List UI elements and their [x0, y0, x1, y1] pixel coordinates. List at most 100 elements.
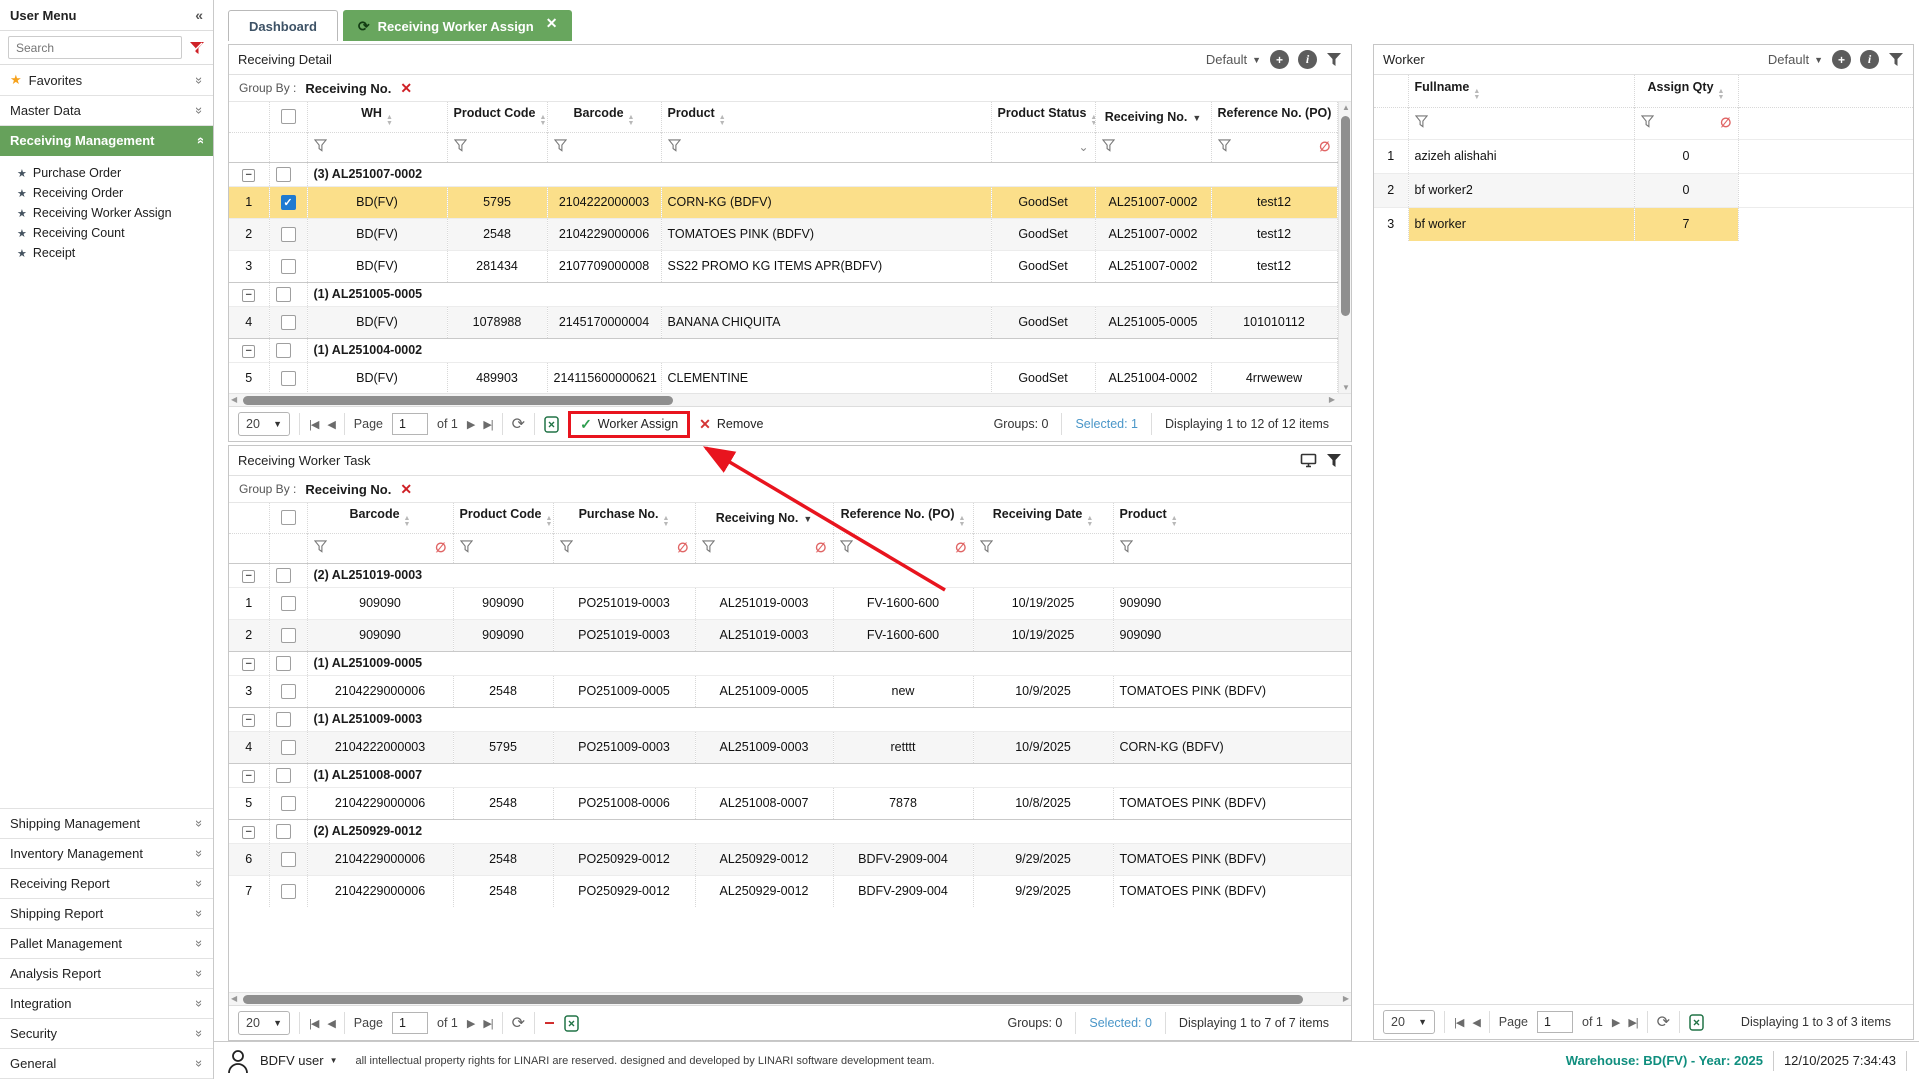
sidebar-item-receiving-count[interactable]: ★ Receiving Count: [0, 223, 213, 243]
remove-group-by-icon[interactable]: ✕: [400, 80, 412, 97]
sidebar-item-pallet-management[interactable]: Pallet Management »: [0, 929, 213, 959]
col-wh[interactable]: WH▲▼: [307, 102, 447, 132]
collapse-group-icon[interactable]: −: [242, 570, 255, 583]
sidebar-item-receiving-worker-assign[interactable]: ★ Receiving Worker Assign: [0, 203, 213, 223]
table-row[interactable]: 1 909090909090PO251019-0003AL251019-0003…: [229, 587, 1351, 619]
col-fullname[interactable]: Fullname▲▼: [1408, 75, 1634, 107]
col-product-status[interactable]: Product Status▲▼: [991, 102, 1095, 132]
col-reference-no[interactable]: Reference No. (PO)▲▼: [833, 503, 973, 533]
group-checkbox[interactable]: [276, 712, 291, 727]
next-page-button[interactable]: ▶: [467, 418, 474, 431]
group-row[interactable]: − (1) AL251004-0002: [229, 338, 1337, 362]
table-row[interactable]: 2 BD(FV)25482104229000006 TOMATOES PINK …: [229, 218, 1337, 250]
row-checkbox[interactable]: [281, 628, 296, 643]
collapse-group-icon[interactable]: −: [242, 289, 255, 302]
row-checkbox[interactable]: [281, 852, 296, 867]
group-checkbox[interactable]: [276, 167, 291, 182]
first-page-button[interactable]: |◀: [1454, 1016, 1463, 1029]
clear-filter-icon[interactable]: ∅: [815, 540, 826, 556]
sidebar-item-general[interactable]: General »: [0, 1049, 213, 1079]
filter-product-code[interactable]: [453, 533, 553, 563]
remove-group-by-icon[interactable]: ✕: [400, 481, 412, 498]
col-product[interactable]: Product▲▼: [1113, 503, 1351, 533]
col-receiving-date[interactable]: Receiving Date▲▼: [973, 503, 1113, 533]
col-barcode[interactable]: Barcode▲▼: [307, 503, 453, 533]
table-row[interactable]: 5 21042290000062548PO251008-0006AL251008…: [229, 787, 1351, 819]
horizontal-scrollbar[interactable]: ◀ ▶: [229, 992, 1351, 1005]
filter-receiving-date[interactable]: [973, 533, 1113, 563]
table-row[interactable]: 6 21042290000062548PO250929-0012AL250929…: [229, 843, 1351, 875]
view-selector[interactable]: Default ▼: [1768, 52, 1823, 67]
collapse-group-icon[interactable]: −: [242, 169, 255, 182]
group-row[interactable]: − (2) AL251019-0003: [229, 563, 1351, 587]
row-checkbox[interactable]: [281, 884, 296, 899]
refresh-grid-button[interactable]: ⟳: [512, 414, 525, 434]
prev-page-button[interactable]: ◀: [1472, 1016, 1479, 1029]
group-row[interactable]: − (3) AL251007-0002: [229, 162, 1337, 186]
col-barcode[interactable]: Barcode▲▼: [547, 102, 661, 132]
row-checkbox[interactable]: [281, 371, 296, 386]
prev-page-button[interactable]: ◀: [327, 418, 334, 431]
collapse-group-icon[interactable]: −: [242, 770, 255, 783]
sidebar-item-shipping-report[interactable]: Shipping Report »: [0, 899, 213, 929]
monitor-icon[interactable]: [1300, 453, 1317, 468]
clear-filter-icon[interactable]: ∅: [435, 540, 446, 556]
info-button[interactable]: i: [1298, 50, 1317, 69]
row-checkbox[interactable]: [281, 259, 296, 274]
filter-assign-qty[interactable]: ∅: [1634, 107, 1738, 139]
table-row[interactable]: 1 ✓ BD(FV)57952104222000003 CORN-KG (BDF…: [229, 186, 1337, 218]
first-page-button[interactable]: |◀: [309, 418, 318, 431]
excel-export-icon[interactable]: [1689, 1014, 1704, 1031]
group-row[interactable]: − (1) AL251008-0007: [229, 763, 1351, 787]
group-row[interactable]: − (2) AL250929-0012: [229, 819, 1351, 843]
group-checkbox[interactable]: [276, 768, 291, 783]
selected-count[interactable]: Selected: 1: [1061, 413, 1151, 435]
vertical-scrollbar[interactable]: ▲ ▼: [1338, 102, 1351, 393]
worker-assign-button[interactable]: ✓ Worker Assign: [580, 416, 678, 433]
sidebar-item-purchase-order[interactable]: ★ Purchase Order: [0, 163, 213, 183]
clear-filter-icon[interactable]: ∅: [677, 540, 688, 556]
refresh-grid-button[interactable]: ⟳: [1657, 1012, 1670, 1032]
sidebar-item-receiving-management[interactable]: Receiving Management »: [0, 126, 213, 156]
filter-icon[interactable]: [1326, 52, 1342, 67]
table-row[interactable]: 2 bf worker2 0: [1374, 173, 1913, 207]
next-page-button[interactable]: ▶: [467, 1017, 474, 1030]
scrollbar-thumb[interactable]: [1341, 116, 1350, 316]
sidebar-item-security[interactable]: Security »: [0, 1019, 213, 1049]
scrollbar-thumb[interactable]: [243, 396, 673, 405]
excel-export-icon[interactable]: [564, 1015, 579, 1032]
view-selector[interactable]: Default ▼: [1206, 52, 1261, 67]
row-checkbox[interactable]: [281, 684, 296, 699]
filter-purchase-no[interactable]: ∅: [553, 533, 695, 563]
col-product-code[interactable]: Product Code▲▼: [447, 102, 547, 132]
table-row[interactable]: 2 909090909090PO251019-0003AL251019-0003…: [229, 619, 1351, 651]
next-page-button[interactable]: ▶: [1612, 1016, 1619, 1029]
filter-product[interactable]: [661, 132, 991, 162]
table-row-selected[interactable]: 3 bf worker 7: [1374, 207, 1913, 241]
page-number-input[interactable]: 1: [1537, 1011, 1573, 1033]
sidebar-item-favorites[interactable]: ★ Favorites »: [0, 65, 213, 96]
prev-page-button[interactable]: ◀: [327, 1017, 334, 1030]
row-checkbox-checked[interactable]: ✓: [281, 195, 296, 210]
info-button[interactable]: i: [1860, 50, 1879, 69]
group-checkbox[interactable]: [276, 343, 291, 358]
col-receiving-no[interactable]: Receiving No.▼: [695, 503, 833, 533]
filter-reference-no[interactable]: ∅: [1211, 132, 1337, 162]
col-receiving-no[interactable]: Receiving No.▼: [1095, 102, 1211, 132]
select-all-checkbox[interactable]: [281, 510, 296, 525]
group-row[interactable]: − (1) AL251009-0003: [229, 707, 1351, 731]
filter-barcode[interactable]: [547, 132, 661, 162]
table-row[interactable]: 4 21042220000035795PO251009-0003AL251009…: [229, 731, 1351, 763]
page-size-select[interactable]: 20 ▼: [238, 1011, 290, 1035]
table-row[interactable]: 4 BD(FV)10789882145170000004 BANANA CHIQ…: [229, 306, 1337, 338]
page-number-input[interactable]: 1: [392, 413, 428, 435]
group-row[interactable]: − (1) AL251005-0005: [229, 282, 1337, 306]
filter-product-status[interactable]: ⌄: [991, 132, 1095, 162]
horizontal-scrollbar[interactable]: ◀ ▶: [229, 393, 1351, 406]
col-purchase-no[interactable]: Purchase No.▲▼: [553, 503, 695, 533]
row-checkbox[interactable]: [281, 740, 296, 755]
col-reference-no[interactable]: Reference No. (PO)▲▼: [1211, 102, 1337, 132]
group-checkbox[interactable]: [276, 568, 291, 583]
table-row[interactable]: 7 21042290000062548PO250929-0012AL250929…: [229, 875, 1351, 907]
sidebar-collapse-icon[interactable]: «: [195, 7, 203, 23]
